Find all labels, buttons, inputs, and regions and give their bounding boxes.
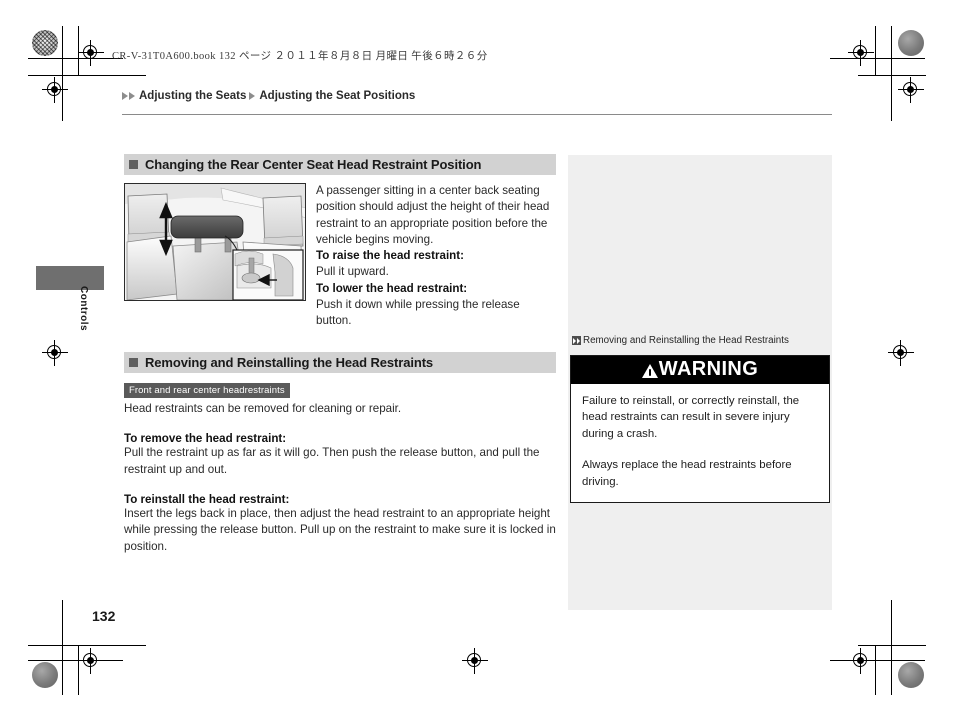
registration-mark-top-right [848, 40, 874, 66]
chevron-right-icon [122, 92, 128, 100]
section2-intro: Head restraints can be removed for clean… [124, 402, 402, 416]
breadcrumb: Adjusting the Seats Adjusting the Seat Po… [122, 90, 415, 102]
crop-line-bl-v1 [62, 600, 63, 695]
crop-line-tl-h1 [28, 58, 123, 59]
density-patch-top-right [898, 30, 924, 56]
page-root: { "print": { "book_header": "CR-V-31T0A6… [0, 0, 954, 718]
density-patch-bottom-left [32, 662, 58, 688]
crop-line-bl-h2 [28, 645, 146, 646]
crop-line-tr-v1 [891, 26, 892, 121]
reinstall-label: To reinstall the head restraint: [124, 493, 290, 507]
registration-mark-left-middle [42, 340, 68, 366]
crop-line-tr-h2 [858, 75, 926, 76]
crop-line-tr-h1 [830, 58, 925, 59]
double-chevron-right-icon [572, 336, 581, 345]
registration-mark-top-left [78, 40, 104, 66]
remove-text: Pull the restraint up as far as it will … [124, 446, 540, 476]
warning-triangle-icon [641, 363, 658, 378]
sidebar-panel: Removing and Reinstalling the Head Restr… [568, 155, 832, 610]
square-bullet-icon-2 [129, 357, 138, 367]
section2-badge-wrap: Front and rear center headrestraints [124, 373, 556, 399]
warning-paragraph-2: Always replace the head restraints befor… [582, 459, 792, 488]
section2-heading-text: Removing and Reinstalling the Head Restr… [145, 354, 434, 370]
warning-box: WARNING Failure to reinstall, or correct… [570, 355, 830, 504]
section1-intro: A passenger sitting in a center back sea… [316, 184, 550, 246]
lower-text: Push it down while pressing the release … [316, 298, 520, 328]
chevron-right-icon-3 [249, 92, 256, 100]
crop-line-bl-h1 [28, 660, 123, 661]
sidebar-reference-line[interactable]: Removing and Reinstalling the Head Restr… [572, 335, 789, 346]
illustration-svg [125, 184, 305, 300]
breadcrumb-level-1[interactable]: Adjusting the Seats [139, 90, 246, 102]
section-heading-changing-rear-center: Changing the Rear Center Seat Head Restr… [124, 154, 556, 175]
applicability-badge: Front and rear center headrestraints [124, 382, 290, 399]
crop-line-br-v1 [891, 600, 892, 695]
registration-mark-bottom-right [848, 648, 874, 674]
raise-label: To raise the head restraint: [316, 249, 464, 263]
raise-text: Pull it upward. [316, 265, 389, 279]
section1-body: A passenger sitting in a center back sea… [316, 183, 556, 330]
main-content-column: Changing the Rear Center Seat Head Restr… [124, 154, 556, 555]
density-patch-top-left [32, 30, 58, 56]
crop-line-tl-v1 [62, 26, 63, 121]
crop-line-tr-v2 [875, 26, 876, 76]
chapter-tab-marker [36, 266, 104, 290]
section1-figure-row: A passenger sitting in a center back sea… [124, 183, 556, 330]
registration-mark-bottom-left [78, 648, 104, 674]
chevron-right-icon-2 [129, 92, 135, 100]
sidebar-reference-text: Removing and Reinstalling the Head Restr… [583, 335, 789, 346]
density-patch-bottom-right [898, 662, 924, 688]
book-file-header: CR-V-31T0A600.book 132 ページ ２０１１年８月８日 月曜日… [112, 51, 488, 62]
registration-mark-right-middle [888, 340, 914, 366]
warning-body: Failure to reinstall, or correctly reins… [571, 384, 829, 502]
remove-label: To remove the head restraint: [124, 432, 287, 446]
crop-line-br-h1 [830, 660, 925, 661]
lower-label: To lower the head restraint: [316, 281, 468, 295]
chapter-tab-label: Controls [78, 286, 89, 332]
rear-seat-head-restraint-illustration [124, 183, 306, 301]
crop-line-br-h2 [858, 645, 926, 646]
crop-line-br-v2 [875, 645, 876, 695]
square-bullet-icon [129, 160, 138, 169]
section1-heading-text: Changing the Rear Center Seat Head Restr… [145, 157, 482, 172]
crop-line-tl-h2 [28, 75, 146, 76]
warning-title-bar: WARNING [571, 356, 829, 384]
page-number: 132 [92, 608, 116, 624]
reinstall-text: Insert the legs back in place, then adju… [124, 507, 556, 553]
registration-mark-bottom-center [462, 648, 488, 674]
registration-mark-left-upper [42, 77, 68, 103]
registration-mark-right-upper [898, 77, 924, 103]
breadcrumb-level-2[interactable]: Adjusting the Seat Positions [259, 90, 415, 102]
section-heading-removing-reinstalling: Removing and Reinstalling the Head Restr… [124, 351, 556, 373]
warning-title-text: WARNING [658, 358, 759, 380]
warning-paragraph-1: Failure to reinstall, or correctly reins… [582, 395, 800, 440]
header-divider [122, 114, 832, 115]
